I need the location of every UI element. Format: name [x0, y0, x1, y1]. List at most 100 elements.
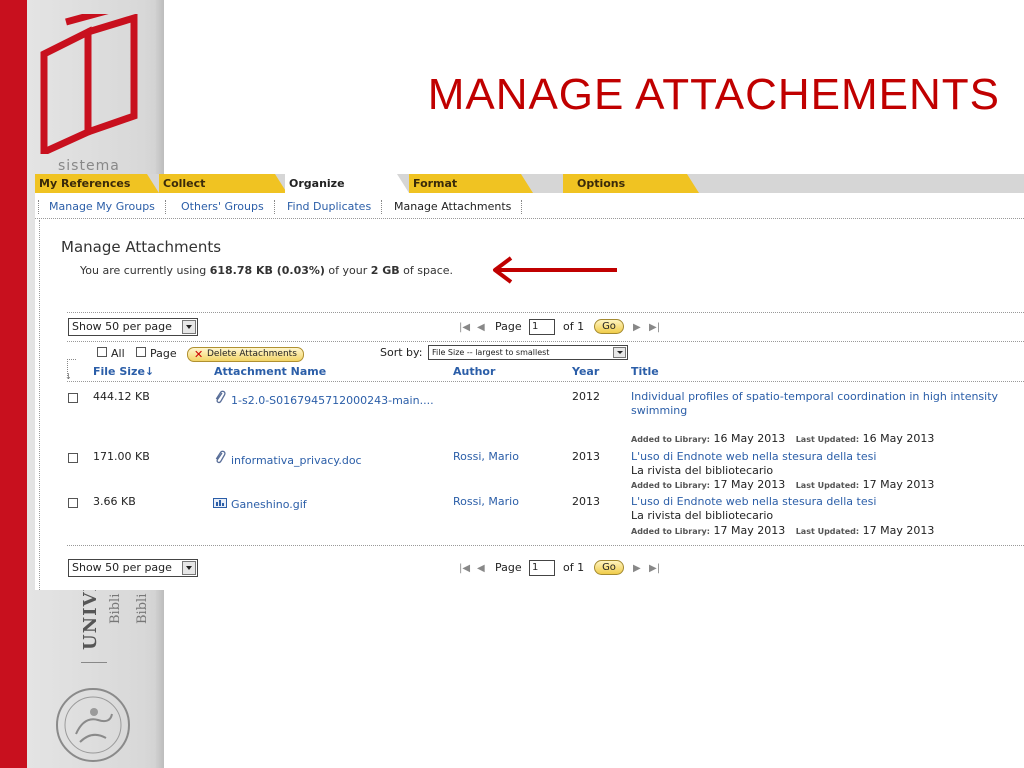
- last-page-icon[interactable]: ▶|: [649, 563, 660, 574]
- reference-title-link[interactable]: L'uso di Endnote web nella stesura della…: [631, 495, 876, 509]
- image-file-icon: [213, 498, 227, 508]
- sistema-wordmark: sistema: [58, 158, 120, 174]
- page-number-input[interactable]: 1: [529, 560, 555, 576]
- divider: [67, 341, 1024, 342]
- column-header-label: File Size: [93, 365, 145, 378]
- delete-attachments-button[interactable]: ✕ Delete Attachments: [187, 347, 304, 362]
- select-page-label: Page: [150, 347, 177, 360]
- tab-options[interactable]: Options: [563, 174, 699, 193]
- subnav-manage-attachments[interactable]: Manage Attachments: [384, 200, 523, 214]
- row-journal: La rivista del bibliotecario: [631, 509, 774, 522]
- next-page-icon[interactable]: ▶: [633, 563, 641, 574]
- added-label: Added to Library:: [631, 435, 710, 444]
- divider: [67, 312, 1024, 313]
- tab-collect[interactable]: Collect: [159, 174, 287, 193]
- page-total: of 1: [563, 320, 585, 333]
- divider: [81, 662, 107, 663]
- row-dates: Added to Library: 17 May 2013 Last Updat…: [631, 524, 934, 538]
- row-dates: Added to Library: 17 May 2013 Last Updat…: [631, 478, 934, 492]
- prev-page-icon[interactable]: ◀: [477, 563, 485, 574]
- attachment-link[interactable]: informativa_privacy.doc: [231, 454, 362, 468]
- go-button[interactable]: Go: [594, 319, 624, 334]
- attachment-link[interactable]: 1-s2.0-S0167945712000243-main....: [231, 394, 434, 408]
- page-label: Page: [495, 561, 522, 574]
- select-all-checkbox[interactable]: [97, 347, 107, 357]
- subnav-find-duplicates[interactable]: Find Duplicates: [277, 200, 383, 214]
- content-border: [39, 220, 40, 590]
- page-number-input[interactable]: 1: [529, 319, 555, 335]
- attachment-link[interactable]: Ganeshino.gif: [231, 498, 307, 512]
- divider: [67, 545, 1024, 546]
- pager-bottom: |◀ ◀ Page 1 of 1 Go ▶ ▶|: [459, 560, 679, 578]
- page-label: Page: [495, 320, 522, 333]
- column-header-file-size[interactable]: File Size↓: [93, 365, 154, 378]
- sort-select-value: File Size -- largest to smallest: [432, 348, 550, 357]
- divider: [67, 381, 1024, 382]
- next-page-icon[interactable]: ▶: [633, 322, 641, 333]
- usage-middle: of your: [324, 264, 371, 277]
- tab-format[interactable]: Format: [409, 174, 533, 193]
- column-header-attachment-name[interactable]: Attachment Name: [214, 365, 326, 378]
- added-date: 17 May 2013: [713, 524, 786, 537]
- row-author[interactable]: Rossi, Mario: [453, 495, 519, 509]
- prev-page-icon[interactable]: ◀: [477, 322, 485, 333]
- red-side-bar: [0, 0, 27, 768]
- column-header-author[interactable]: Author: [453, 365, 495, 378]
- subnav-manage-my-groups[interactable]: Manage My Groups: [38, 200, 166, 214]
- per-page-select-bottom[interactable]: Show 50 per page: [68, 559, 198, 577]
- sort-by-label: Sort by:: [380, 346, 423, 359]
- added-label: Added to Library:: [631, 481, 710, 490]
- row-year: 2013: [572, 495, 600, 508]
- per-page-value: Show 50 per page: [72, 561, 172, 574]
- first-page-icon[interactable]: |◀: [459, 563, 470, 574]
- per-page-value: Show 50 per page: [72, 320, 172, 333]
- row-journal: La rivista del bibliotecario: [631, 464, 774, 477]
- updated-date: 17 May 2013: [862, 478, 935, 491]
- tab-label: Format: [413, 177, 458, 190]
- university-seal-icon: [56, 688, 130, 762]
- column-header-title[interactable]: Title: [631, 365, 659, 378]
- tab-label: Organize: [289, 177, 345, 190]
- added-date: 16 May 2013: [713, 432, 786, 445]
- select-all-label: All: [111, 347, 125, 360]
- slide-title: MANAGE ATTACHEMENTS: [427, 70, 1000, 119]
- tab-label: Collect: [163, 177, 206, 190]
- added-date: 17 May 2013: [713, 478, 786, 491]
- usage-used: 618.78 KB (0.03%): [209, 264, 325, 277]
- pager-top: |◀ ◀ Page 1 of 1 Go ▶ ▶|: [459, 319, 679, 337]
- column-header-year[interactable]: Year: [572, 365, 599, 378]
- paperclip-icon: [215, 390, 226, 404]
- chevron-down-icon: [182, 561, 196, 575]
- row-file-size: 444.12 KB: [93, 390, 150, 403]
- first-page-icon[interactable]: |◀: [459, 322, 470, 333]
- tab-my-references[interactable]: My References: [35, 174, 159, 193]
- added-label: Added to Library:: [631, 527, 710, 536]
- sort-desc-icon: ↓: [144, 365, 155, 378]
- university-subtitle-1: Bibli: [108, 593, 123, 624]
- row-checkbox[interactable]: [68, 498, 78, 508]
- row-year: 2013: [572, 450, 600, 463]
- row-file-size: 171.00 KB: [93, 450, 150, 463]
- updated-label: Last Updated:: [795, 435, 860, 444]
- row-dates: Added to Library: 16 May 2013 Last Updat…: [631, 432, 934, 446]
- row-checkbox[interactable]: [68, 393, 78, 403]
- reference-title-link[interactable]: Individual profiles of spatio-temporal c…: [631, 390, 998, 404]
- subnav-others-groups[interactable]: Others' Groups: [171, 200, 275, 214]
- per-page-select[interactable]: Show 50 per page: [68, 318, 198, 336]
- storage-usage-text: You are currently using 618.78 KB (0.03%…: [80, 264, 453, 277]
- select-page-checkbox[interactable]: [136, 347, 146, 357]
- updated-date: 16 May 2013: [862, 432, 935, 445]
- row-author[interactable]: Rossi, Mario: [453, 450, 519, 464]
- university-subtitle-2: Bibli: [135, 593, 150, 624]
- endnote-web-panel: My References Collect Organize Format Op…: [35, 174, 1024, 590]
- reference-title-link-cont[interactable]: swimming: [631, 404, 687, 418]
- tab-label: Options: [577, 177, 626, 190]
- go-button[interactable]: Go: [594, 560, 624, 575]
- reference-title-link[interactable]: L'uso di Endnote web nella stesura della…: [631, 450, 876, 464]
- last-page-icon[interactable]: ▶|: [649, 322, 660, 333]
- updated-label: Last Updated:: [795, 527, 860, 536]
- delete-attachments-label: Delete Attachments: [207, 349, 297, 359]
- tab-organize[interactable]: Organize: [285, 174, 409, 193]
- sort-select[interactable]: File Size -- largest to smallest: [428, 345, 628, 360]
- row-checkbox[interactable]: [68, 453, 78, 463]
